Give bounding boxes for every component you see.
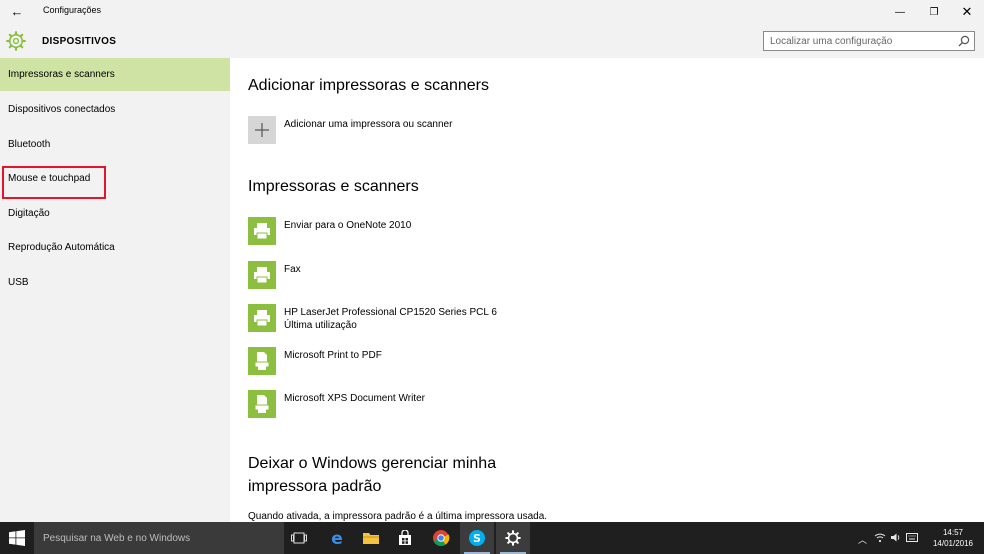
page-title: DISPOSITIVOS — [42, 36, 117, 47]
device-name: Fax — [284, 264, 301, 275]
device-item[interactable]: Enviar para o OneNote 2010 — [248, 217, 748, 247]
svg-text:S: S — [473, 532, 481, 545]
close-button[interactable]: ✕ — [950, 0, 984, 24]
device-item[interactable]: HP LaserJet Professional CP1520 Series P… — [248, 304, 748, 334]
device-item[interactable]: Fax — [248, 261, 748, 291]
device-status: Última utilização — [284, 320, 357, 331]
clock-time: 14:57 — [942, 528, 964, 537]
device-item[interactable]: Microsoft XPS Document Writer — [248, 390, 748, 420]
svg-text:e: e — [331, 530, 343, 546]
taskbar-search-placeholder[interactable]: Pesquisar na Web e no Windows — [43, 533, 190, 544]
task-view-icon[interactable] — [282, 522, 316, 554]
start-button[interactable] — [0, 522, 34, 554]
document-printer-icon — [248, 390, 276, 418]
add-printer-button[interactable] — [248, 116, 276, 144]
title-bar: ← Configurações — ❐ ✕ — [0, 0, 984, 24]
keyboard-icon[interactable] — [906, 532, 918, 543]
sidebar-item-bluetooth[interactable]: Bluetooth — [0, 128, 230, 161]
gear-icon — [6, 31, 26, 51]
clock-date: 14/01/2016 — [932, 539, 974, 548]
sidebar-item-typing[interactable]: Digitação — [0, 197, 230, 230]
device-name: Microsoft Print to PDF — [284, 350, 382, 361]
sidebar-item-usb[interactable]: USB — [0, 266, 230, 299]
taskbar-search[interactable]: Pesquisar na Web e no Windows — [34, 522, 284, 554]
sidebar-item-printers-scanners[interactable]: Impressoras e scanners — [0, 58, 230, 91]
device-name: Microsoft XPS Document Writer — [284, 393, 425, 404]
printer-icon — [248, 304, 276, 332]
settings-icon[interactable] — [496, 522, 530, 554]
taskbar: Pesquisar na Web e no Windows e S ︿ 14:5… — [0, 522, 984, 554]
main-content: Adicionar impressoras e scanners Adicion… — [230, 58, 984, 522]
volume-icon[interactable] — [890, 532, 902, 543]
skype-icon[interactable]: S — [460, 522, 494, 554]
add-printer-label[interactable]: Adicionar uma impressora ou scanner — [284, 119, 452, 130]
search-icon[interactable] — [957, 34, 971, 48]
device-name: HP LaserJet Professional CP1520 Series P… — [284, 307, 497, 318]
sidebar-item-connected-devices[interactable]: Dispositivos conectados — [0, 93, 230, 126]
device-item[interactable]: Microsoft Print to PDF — [248, 347, 748, 377]
sidebar-item-autoplay[interactable]: Reprodução Automática — [0, 231, 230, 264]
settings-search-box[interactable] — [763, 31, 975, 51]
default-printer-description: Quando ativada, a impressora padrão é a … — [248, 511, 548, 522]
plus-icon — [255, 123, 269, 137]
device-name: Enviar para o OneNote 2010 — [284, 220, 412, 231]
printer-icon — [248, 261, 276, 289]
wifi-icon[interactable] — [874, 532, 886, 543]
taskbar-clock[interactable]: 14:57 14/01/2016 — [928, 527, 978, 549]
show-hidden-icons-icon[interactable]: ︿ — [858, 533, 867, 546]
add-printers-heading: Adicionar impressoras e scanners — [248, 77, 489, 94]
page-header: DISPOSITIVOS — [0, 24, 984, 58]
maximize-button[interactable]: ❐ — [917, 0, 951, 24]
sidebar: Impressoras e scanners Dispositivos cone… — [0, 58, 230, 522]
store-icon[interactable] — [388, 522, 422, 554]
file-explorer-icon[interactable] — [354, 522, 388, 554]
edge-icon[interactable]: e — [320, 522, 354, 554]
printer-icon — [248, 217, 276, 245]
highlight-annotation — [2, 166, 106, 199]
back-button[interactable]: ← — [6, 2, 28, 22]
minimize-button[interactable]: — — [883, 0, 917, 24]
printers-heading: Impressoras e scanners — [248, 178, 419, 195]
default-printer-heading: Deixar o Windows gerenciar minha impress… — [248, 455, 497, 495]
document-printer-icon — [248, 347, 276, 375]
window-title: Configurações — [43, 5, 102, 15]
windows-logo-icon — [9, 530, 25, 546]
search-input[interactable] — [764, 32, 954, 50]
chrome-icon[interactable] — [424, 522, 458, 554]
